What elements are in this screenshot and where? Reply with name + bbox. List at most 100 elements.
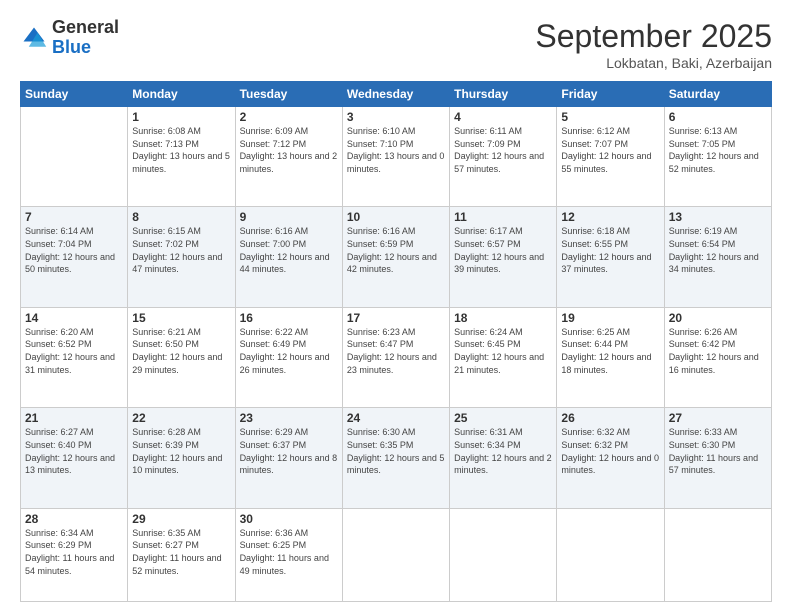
day-cell: 21Sunrise: 6:27 AMSunset: 6:40 PMDayligh… bbox=[21, 408, 128, 508]
header: General Blue September 2025 Lokbatan, Ba… bbox=[20, 18, 772, 71]
day-cell: 20Sunrise: 6:26 AMSunset: 6:42 PMDayligh… bbox=[664, 307, 771, 407]
day-cell bbox=[664, 508, 771, 601]
day-cell bbox=[450, 508, 557, 601]
day-cell: 16Sunrise: 6:22 AMSunset: 6:49 PMDayligh… bbox=[235, 307, 342, 407]
day-number: 17 bbox=[347, 311, 445, 325]
day-cell: 23Sunrise: 6:29 AMSunset: 6:37 PMDayligh… bbox=[235, 408, 342, 508]
title-block: September 2025 Lokbatan, Baki, Azerbaija… bbox=[535, 18, 772, 71]
day-cell: 22Sunrise: 6:28 AMSunset: 6:39 PMDayligh… bbox=[128, 408, 235, 508]
day-cell: 12Sunrise: 6:18 AMSunset: 6:55 PMDayligh… bbox=[557, 207, 664, 307]
day-cell: 6Sunrise: 6:13 AMSunset: 7:05 PMDaylight… bbox=[664, 107, 771, 207]
logo-blue: Blue bbox=[52, 37, 91, 57]
weekday-header-wednesday: Wednesday bbox=[342, 82, 449, 107]
day-info: Sunrise: 6:13 AMSunset: 7:05 PMDaylight:… bbox=[669, 125, 767, 175]
day-info: Sunrise: 6:25 AMSunset: 6:44 PMDaylight:… bbox=[561, 326, 659, 376]
week-row-5: 28Sunrise: 6:34 AMSunset: 6:29 PMDayligh… bbox=[21, 508, 772, 601]
day-cell: 25Sunrise: 6:31 AMSunset: 6:34 PMDayligh… bbox=[450, 408, 557, 508]
day-number: 28 bbox=[25, 512, 123, 526]
day-info: Sunrise: 6:21 AMSunset: 6:50 PMDaylight:… bbox=[132, 326, 230, 376]
weekday-header-thursday: Thursday bbox=[450, 82, 557, 107]
day-info: Sunrise: 6:29 AMSunset: 6:37 PMDaylight:… bbox=[240, 426, 338, 476]
day-info: Sunrise: 6:30 AMSunset: 6:35 PMDaylight:… bbox=[347, 426, 445, 476]
logo: General Blue bbox=[20, 18, 119, 58]
day-cell: 13Sunrise: 6:19 AMSunset: 6:54 PMDayligh… bbox=[664, 207, 771, 307]
day-cell: 3Sunrise: 6:10 AMSunset: 7:10 PMDaylight… bbox=[342, 107, 449, 207]
day-number: 6 bbox=[669, 110, 767, 124]
day-info: Sunrise: 6:22 AMSunset: 6:49 PMDaylight:… bbox=[240, 326, 338, 376]
day-number: 4 bbox=[454, 110, 552, 124]
day-cell: 29Sunrise: 6:35 AMSunset: 6:27 PMDayligh… bbox=[128, 508, 235, 601]
day-info: Sunrise: 6:15 AMSunset: 7:02 PMDaylight:… bbox=[132, 225, 230, 275]
day-number: 7 bbox=[25, 210, 123, 224]
day-info: Sunrise: 6:08 AMSunset: 7:13 PMDaylight:… bbox=[132, 125, 230, 175]
weekday-header-friday: Friday bbox=[557, 82, 664, 107]
day-cell: 28Sunrise: 6:34 AMSunset: 6:29 PMDayligh… bbox=[21, 508, 128, 601]
day-number: 24 bbox=[347, 411, 445, 425]
logo-icon bbox=[20, 24, 48, 52]
day-info: Sunrise: 6:19 AMSunset: 6:54 PMDaylight:… bbox=[669, 225, 767, 275]
day-cell: 10Sunrise: 6:16 AMSunset: 6:59 PMDayligh… bbox=[342, 207, 449, 307]
day-info: Sunrise: 6:16 AMSunset: 6:59 PMDaylight:… bbox=[347, 225, 445, 275]
day-number: 10 bbox=[347, 210, 445, 224]
week-row-4: 21Sunrise: 6:27 AMSunset: 6:40 PMDayligh… bbox=[21, 408, 772, 508]
weekday-header-tuesday: Tuesday bbox=[235, 82, 342, 107]
day-number: 15 bbox=[132, 311, 230, 325]
day-number: 14 bbox=[25, 311, 123, 325]
weekday-header-sunday: Sunday bbox=[21, 82, 128, 107]
day-cell: 4Sunrise: 6:11 AMSunset: 7:09 PMDaylight… bbox=[450, 107, 557, 207]
day-info: Sunrise: 6:14 AMSunset: 7:04 PMDaylight:… bbox=[25, 225, 123, 275]
day-cell: 7Sunrise: 6:14 AMSunset: 7:04 PMDaylight… bbox=[21, 207, 128, 307]
day-cell: 14Sunrise: 6:20 AMSunset: 6:52 PMDayligh… bbox=[21, 307, 128, 407]
day-number: 21 bbox=[25, 411, 123, 425]
day-number: 1 bbox=[132, 110, 230, 124]
day-number: 2 bbox=[240, 110, 338, 124]
day-info: Sunrise: 6:36 AMSunset: 6:25 PMDaylight:… bbox=[240, 527, 338, 577]
page: General Blue September 2025 Lokbatan, Ba… bbox=[0, 0, 792, 612]
day-number: 29 bbox=[132, 512, 230, 526]
calendar-table: SundayMondayTuesdayWednesdayThursdayFrid… bbox=[20, 81, 772, 602]
day-info: Sunrise: 6:32 AMSunset: 6:32 PMDaylight:… bbox=[561, 426, 659, 476]
day-cell: 9Sunrise: 6:16 AMSunset: 7:00 PMDaylight… bbox=[235, 207, 342, 307]
day-cell: 30Sunrise: 6:36 AMSunset: 6:25 PMDayligh… bbox=[235, 508, 342, 601]
day-number: 16 bbox=[240, 311, 338, 325]
day-info: Sunrise: 6:20 AMSunset: 6:52 PMDaylight:… bbox=[25, 326, 123, 376]
day-number: 23 bbox=[240, 411, 338, 425]
day-info: Sunrise: 6:24 AMSunset: 6:45 PMDaylight:… bbox=[454, 326, 552, 376]
day-info: Sunrise: 6:11 AMSunset: 7:09 PMDaylight:… bbox=[454, 125, 552, 175]
day-cell bbox=[342, 508, 449, 601]
day-cell bbox=[557, 508, 664, 601]
day-info: Sunrise: 6:28 AMSunset: 6:39 PMDaylight:… bbox=[132, 426, 230, 476]
day-cell: 5Sunrise: 6:12 AMSunset: 7:07 PMDaylight… bbox=[557, 107, 664, 207]
day-info: Sunrise: 6:34 AMSunset: 6:29 PMDaylight:… bbox=[25, 527, 123, 577]
week-row-3: 14Sunrise: 6:20 AMSunset: 6:52 PMDayligh… bbox=[21, 307, 772, 407]
day-info: Sunrise: 6:26 AMSunset: 6:42 PMDaylight:… bbox=[669, 326, 767, 376]
day-cell: 17Sunrise: 6:23 AMSunset: 6:47 PMDayligh… bbox=[342, 307, 449, 407]
day-info: Sunrise: 6:35 AMSunset: 6:27 PMDaylight:… bbox=[132, 527, 230, 577]
weekday-header-saturday: Saturday bbox=[664, 82, 771, 107]
day-info: Sunrise: 6:27 AMSunset: 6:40 PMDaylight:… bbox=[25, 426, 123, 476]
location: Lokbatan, Baki, Azerbaijan bbox=[535, 55, 772, 71]
day-number: 18 bbox=[454, 311, 552, 325]
day-number: 22 bbox=[132, 411, 230, 425]
day-info: Sunrise: 6:23 AMSunset: 6:47 PMDaylight:… bbox=[347, 326, 445, 376]
day-number: 20 bbox=[669, 311, 767, 325]
day-info: Sunrise: 6:33 AMSunset: 6:30 PMDaylight:… bbox=[669, 426, 767, 476]
week-row-1: 1Sunrise: 6:08 AMSunset: 7:13 PMDaylight… bbox=[21, 107, 772, 207]
day-number: 27 bbox=[669, 411, 767, 425]
day-cell: 18Sunrise: 6:24 AMSunset: 6:45 PMDayligh… bbox=[450, 307, 557, 407]
day-info: Sunrise: 6:12 AMSunset: 7:07 PMDaylight:… bbox=[561, 125, 659, 175]
weekday-header-monday: Monday bbox=[128, 82, 235, 107]
day-info: Sunrise: 6:18 AMSunset: 6:55 PMDaylight:… bbox=[561, 225, 659, 275]
day-cell: 15Sunrise: 6:21 AMSunset: 6:50 PMDayligh… bbox=[128, 307, 235, 407]
day-number: 19 bbox=[561, 311, 659, 325]
day-number: 11 bbox=[454, 210, 552, 224]
day-cell: 11Sunrise: 6:17 AMSunset: 6:57 PMDayligh… bbox=[450, 207, 557, 307]
day-number: 12 bbox=[561, 210, 659, 224]
day-cell: 19Sunrise: 6:25 AMSunset: 6:44 PMDayligh… bbox=[557, 307, 664, 407]
day-number: 30 bbox=[240, 512, 338, 526]
day-number: 3 bbox=[347, 110, 445, 124]
day-info: Sunrise: 6:10 AMSunset: 7:10 PMDaylight:… bbox=[347, 125, 445, 175]
day-info: Sunrise: 6:09 AMSunset: 7:12 PMDaylight:… bbox=[240, 125, 338, 175]
day-info: Sunrise: 6:16 AMSunset: 7:00 PMDaylight:… bbox=[240, 225, 338, 275]
day-number: 9 bbox=[240, 210, 338, 224]
